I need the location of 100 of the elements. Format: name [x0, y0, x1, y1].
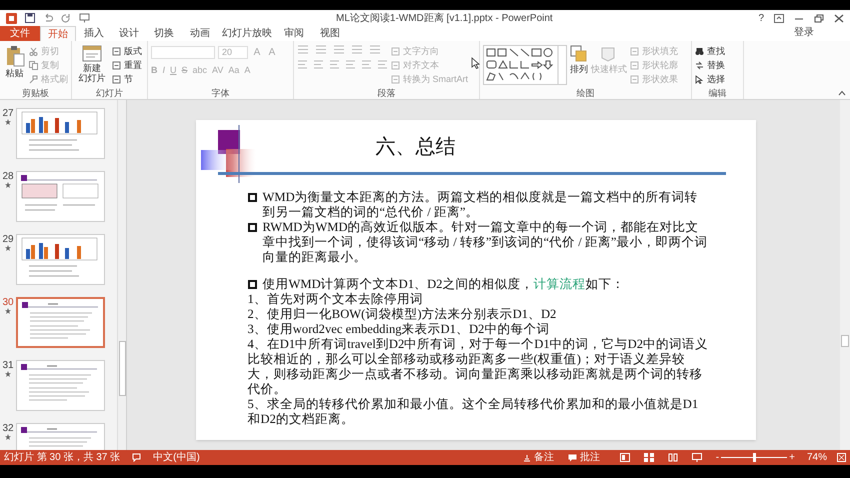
- brush-icon: [29, 75, 38, 84]
- zoom-in-button[interactable]: +: [789, 450, 795, 465]
- ribbon-tab[interactable]: 审阅: [276, 26, 312, 41]
- slide-number: 31: [2, 360, 14, 371]
- copy-icon: [29, 61, 38, 70]
- ribbon-display-icon: [774, 14, 784, 22]
- list-icon: [351, 45, 363, 54]
- cursor-icon: [471, 57, 480, 69]
- ribbon-tab[interactable]: 视图: [312, 26, 348, 41]
- arrange-button[interactable]: 排列: [570, 45, 588, 76]
- scrollbar[interactable]: [840, 100, 850, 450]
- square-bullet-icon: [248, 223, 256, 232]
- slide-number: 30: [2, 297, 14, 308]
- comments-button[interactable]: 批注: [568, 450, 600, 465]
- collapse-ribbon-icon: [838, 90, 846, 96]
- app-icon: [6, 12, 17, 24]
- group-label: 幻灯片: [95, 87, 124, 99]
- align-icon: [313, 60, 324, 69]
- restore-icon: [814, 14, 824, 22]
- pointer-icon: [695, 75, 704, 84]
- window-title: ML论文阅读1-WMD距离 [v1.1].pptx - PowerPoint: [336, 12, 553, 26]
- slide-paragraph: 5、求全局的转移代价累加和最小值。这个全局转移代价累加和的最小值就是D1和D2的文档距离。: [248, 397, 700, 427]
- group-label: 段落: [376, 87, 396, 99]
- sign-in-link[interactable]: 登录: [794, 25, 814, 40]
- star-icon: [5, 434, 11, 440]
- slide-number: 27: [2, 108, 14, 119]
- slide-icon: [82, 45, 102, 63]
- ribbon-tab[interactable]: 开始: [40, 26, 76, 41]
- paste-button[interactable]: 粘贴: [3, 45, 26, 80]
- slide-number: 29: [2, 234, 14, 245]
- star-icon: [5, 245, 11, 251]
- slide-number: 28: [2, 171, 14, 182]
- fit-to-window-icon: [837, 453, 846, 462]
- list-icon: [369, 45, 381, 54]
- ribbon-button[interactable]: 节: [112, 73, 142, 86]
- align-icon: [377, 60, 388, 69]
- align-icon: [329, 60, 340, 69]
- align-icon: [345, 60, 356, 69]
- ribbon-button[interactable]: 重置: [112, 59, 142, 72]
- star-icon: [5, 371, 11, 377]
- binoculars-icon: [695, 47, 704, 56]
- ribbon-tab[interactable]: 切换: [146, 26, 182, 41]
- slide-paragraph: WMD为衡量文本距离的方法。两篇文档的相似度就是一篇文档中的所有词转到另一篇文档的词的“总代价 / 距离”。: [262, 190, 699, 220]
- slide-title: 六、总结: [376, 135, 456, 160]
- slide-paragraph: 使用WMD计算两个文本D1、D2之间的相似度，计算流程如下：: [262, 277, 626, 292]
- zoom-slider-thumb[interactable]: [753, 453, 756, 462]
- group-label: 绘图: [576, 87, 596, 99]
- list-icon: [315, 45, 327, 54]
- arrange-icon: [570, 45, 588, 63]
- slide-thumbnail[interactable]: [16, 297, 105, 348]
- notes-button[interactable]: 备注: [522, 450, 554, 465]
- slideshow-icon: [79, 13, 90, 23]
- slide-sorter-icon[interactable]: [644, 453, 654, 462]
- comment-icon: [568, 454, 577, 462]
- ribbon-button[interactable]: 替换: [695, 59, 725, 72]
- group-label: 字体: [210, 87, 230, 99]
- ribbon-tab[interactable]: 动画: [182, 26, 218, 41]
- slide-number: 32: [2, 423, 14, 434]
- square-bullet-icon: [248, 280, 256, 289]
- slide-thumbnail[interactable]: [16, 171, 105, 222]
- slide-paragraph: 3、使用word2vec embedding来表示D1、D2中的每个词: [248, 322, 550, 337]
- star-icon: [5, 308, 11, 314]
- close-icon: [834, 14, 844, 22]
- star-icon: [5, 119, 11, 125]
- star-icon: [5, 182, 11, 188]
- slide-paragraph: 4、在D1中所有词travel到D2中所有词，对于每一个D1中的词，它与D2中的词语义比较相近的，那么可以全部移动或移动距离多一些(权重值)；对于语义差异较大，则移动距离少一点或者不移动。词向量距离乘以移动距离就是两个词的转移代价。: [248, 337, 710, 397]
- zoom-level: 74%: [806, 451, 827, 465]
- normal-view-icon[interactable]: [620, 453, 630, 462]
- slide-paragraph: 1、首先对两个文本去除停用词: [248, 292, 424, 307]
- square-bullet-icon: [248, 193, 256, 202]
- new-slide-button[interactable]: 新建 幻灯片: [75, 45, 109, 83]
- slideshow-icon[interactable]: [692, 453, 702, 462]
- ribbon-tab[interactable]: 文件: [0, 26, 40, 41]
- ribbon-tab[interactable]: 插入: [76, 26, 112, 41]
- replace-icon: [695, 61, 704, 70]
- undo-icon: [43, 13, 53, 23]
- zoom-out-button[interactable]: -: [716, 450, 720, 465]
- slide-counter: 幻灯片 第 30 张，共 37 张: [4, 450, 120, 465]
- scissors-icon: [29, 47, 38, 56]
- slide-thumbnail[interactable]: [16, 108, 105, 159]
- ribbon-tab[interactable]: 幻灯片放映: [218, 26, 276, 41]
- list-icon: [333, 45, 345, 54]
- ribbon-button[interactable]: 选择: [695, 73, 725, 86]
- help-button[interactable]: ?: [758, 10, 764, 26]
- redo-icon: [61, 13, 71, 23]
- slide-thumbnail[interactable]: [16, 234, 105, 285]
- language-indicator[interactable]: 中文(中国): [153, 450, 200, 465]
- group-label: 剪贴板: [21, 87, 50, 99]
- slide-thumbnail[interactable]: [16, 360, 105, 411]
- reading-view-icon[interactable]: [668, 453, 678, 462]
- shapes-gallery-icon: [483, 45, 567, 85]
- slide-paragraph: RWMD为WMD的高效近似版本。针对一篇文章中的每一个词，都能在对比文章中找到一个词，使得该词“移动 / 转移”到该词的“代价 / 距离”最小，即两个词向量的距离最小。: [262, 220, 708, 265]
- slide-paragraph: 2、使用归一化BOW(词袋模型)方法来分别表示D1、D2: [248, 307, 558, 322]
- save-icon: [25, 13, 35, 23]
- ribbon-button[interactable]: 版式: [112, 45, 142, 58]
- scrollbar[interactable]: [117, 100, 126, 450]
- ribbon-button[interactable]: 查找: [695, 45, 725, 58]
- align-icon: [361, 60, 372, 69]
- clipboard-icon: [4, 45, 24, 67]
- ribbon-tab[interactable]: 设计: [112, 26, 146, 41]
